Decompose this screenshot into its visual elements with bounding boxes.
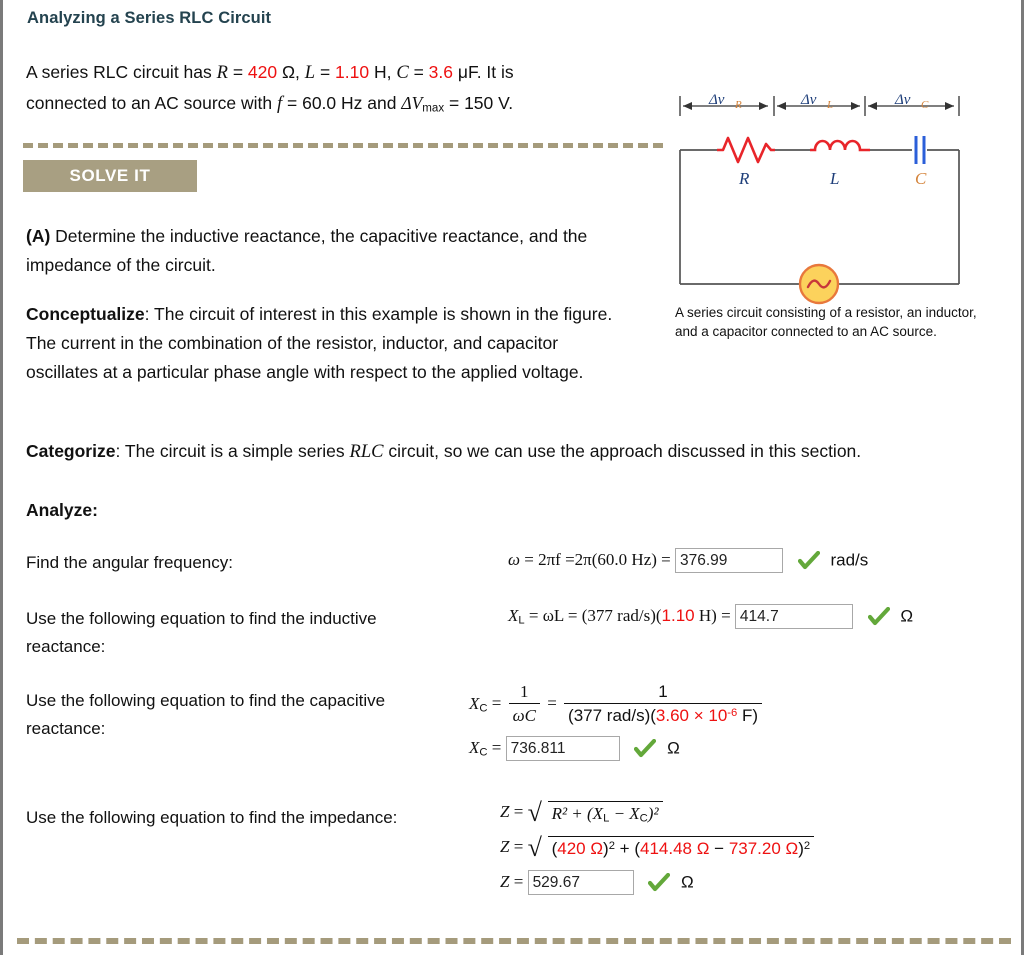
xc-fraction-numeric: 1 (377 rad/s)(3.60 × 10-6 F) [564,682,763,726]
categorize-text-2: circuit, so we can use the approach disc… [383,441,862,461]
page-inner: Analyzing a Series RLC Circuit A series … [3,0,1021,955]
answer-input-impedance[interactable] [527,870,634,896]
label-delta-vr: Δv [708,92,725,108]
section-divider-bottom [17,938,1011,944]
symbol-delta-v-max: ΔVmax [401,93,445,115]
row-label-capacitive-reactance: Use the following equation to find the c… [26,691,386,738]
part-a-prompt: (A) Determine the inductive reactance, t… [26,222,636,280]
page-container: Analyzing a Series RLC Circuit A series … [0,0,1024,955]
label-r: R [738,169,750,188]
impedance-numeric-line: Z = √ (420 Ω)2 + (414.48 Ω − 737.20 Ω)2 [500,833,815,863]
value-l: 1.10 [335,62,370,82]
z-equals-1: = [509,802,528,822]
xc-frac1-denominator: ωC [512,706,536,726]
categorize-text-1: : The circuit is a simple series [115,441,350,461]
row-math-capacitive-reactance: XC = 1 ωC = 1 (377 rad/s)(3.60 × 10-6 F) X… [469,682,765,762]
categorize-emphasis: RLC [349,441,384,462]
radical-sign-icon: √ [527,798,542,827]
xl-symbol: XL [508,605,525,627]
part-a-text: Determine the inductive reactance, the c… [26,226,588,275]
row-label-impedance: Use the following equation to find the i… [26,808,398,827]
unit-inductive-reactance: Ω [900,606,914,626]
row-label-inductive-reactance: Use the following equation to find the i… [26,609,377,656]
unit-impedance: Ω [681,872,694,892]
label-delta-vl-sub: L [826,99,833,111]
answer-input-inductive-reactance[interactable] [734,604,853,629]
row-math-inductive-reactance: XL = ωL = (377 rad/s)(1.10 H) = Ω [508,604,913,629]
value-r: 420 [247,62,278,82]
label-delta-vl: Δv [800,92,817,108]
xc-equals-2: = [542,693,562,713]
label-delta-vc-sub: C [921,99,929,111]
capacitor-symbol [914,136,926,164]
row-math-angular-frequency: ω = 2πf =2π(60.0 Hz) = rad/s [508,548,868,573]
unit-capacitive-reactance: Ω [667,738,680,758]
value-c: 3.6 [428,62,453,82]
impedance-radical-numeric: √ (420 Ω)2 + (414.48 Ω − 737.20 Ω)2 [527,833,815,863]
xc-frac2-denominator: (377 rad/s)(3.60 × 10-6 F) [568,706,759,726]
xc-symbol: XC [469,693,488,714]
label-c: C [915,169,927,188]
inductor-symbol [810,139,870,152]
omega-symbol: ω [508,549,521,569]
z-equals-2: = [509,837,528,857]
xc-frac1-numerator: 1 [508,682,540,705]
xc-symbol-answer: XC [469,738,488,759]
categorize-paragraph: Categorize: The circuit is a simple seri… [26,437,1006,466]
row-label-angular-frequency: Find the angular frequency: [26,553,233,572]
xc-frac2-numerator: 1 [564,682,763,705]
answer-input-angular-frequency[interactable] [675,548,783,573]
radical-sign-icon-2: √ [527,833,542,863]
correct-check-icon-capacitive-reactance [634,738,657,759]
label-delta-vr-sub: R [734,99,742,111]
correct-check-icon-inductive-reactance [867,606,890,627]
symbol-c: C [396,62,409,83]
xl-highlight-value: 1.10 [661,605,695,625]
ac-source-symbol [798,263,840,305]
eq-3: = [408,62,429,82]
xc-equals-1: = [487,693,506,713]
impedance-radicand-numeric: (420 Ω)2 + (414.48 Ω − 737.20 Ω)2 [547,836,815,859]
answer-input-capacitive-reactance[interactable] [505,736,620,762]
xc-fraction-symbolic: 1 ωC [508,682,540,726]
angular-frequency-expression: = 2πf =2π(60.0 Hz) = [520,549,675,569]
label-l: L [829,169,839,188]
eq-1: = [227,62,248,82]
impedance-radical-symbolic: √ R² + (XL − XC)² [527,798,663,827]
section-divider-top [23,143,663,148]
correct-check-icon-angular-frequency [797,550,820,571]
unit-angular-frequency: rad/s [830,550,869,570]
symbol-r: R [216,62,228,83]
conceptualize-lead: Conceptualize [26,304,145,324]
categorize-lead: Categorize [26,441,116,461]
row-math-impedance: Z = √ R² + (XL − XC)² Z = √ (420 Ω)2 + (41… [500,798,815,896]
eq-2: = [315,62,336,82]
xl-expression-post: H) = [694,605,735,625]
impedance-radicand-symbolic: R² + (XL − XC)² [547,801,663,824]
conceptualize-paragraph: Conceptualize: The circuit of interest i… [26,300,631,387]
impedance-symbolic-line: Z = √ R² + (XL − XC)² [500,798,814,827]
analyze-heading: Analyze: [26,500,98,520]
problem-statement: A series RLC circuit has R = 420 Ω, L = … [26,57,646,124]
xc-answer-line: XC = Ω [469,736,765,762]
unit-l: H, [369,62,397,82]
label-delta-vc: Δv [894,92,911,108]
unit-r: Ω, [277,62,305,82]
impedance-answer-line: Z = Ω [500,870,814,896]
value-vmax: = 150 V. [444,93,514,113]
xl-expression-pre: = ωL = (377 rad/s)( [524,605,662,625]
figure-caption: A series circuit consisting of a resisto… [675,305,977,339]
part-a-marker: (A) [26,226,51,246]
correct-check-icon-impedance [648,872,671,893]
resistor-symbol [717,136,775,164]
z-equals-3: = [509,872,528,892]
page-title: Analyzing a Series RLC Circuit [27,9,272,27]
solve-it-banner: SOLVE IT [23,160,197,192]
unit-c: μF. It is [453,62,514,82]
xc-equals-3: = [487,738,506,758]
problem-text-1: A series RLC circuit has [26,62,217,82]
value-f: = 60.0 Hz and [282,93,402,113]
problem-text-2: connected to an AC source with [26,93,277,113]
symbol-l: L [304,62,316,83]
